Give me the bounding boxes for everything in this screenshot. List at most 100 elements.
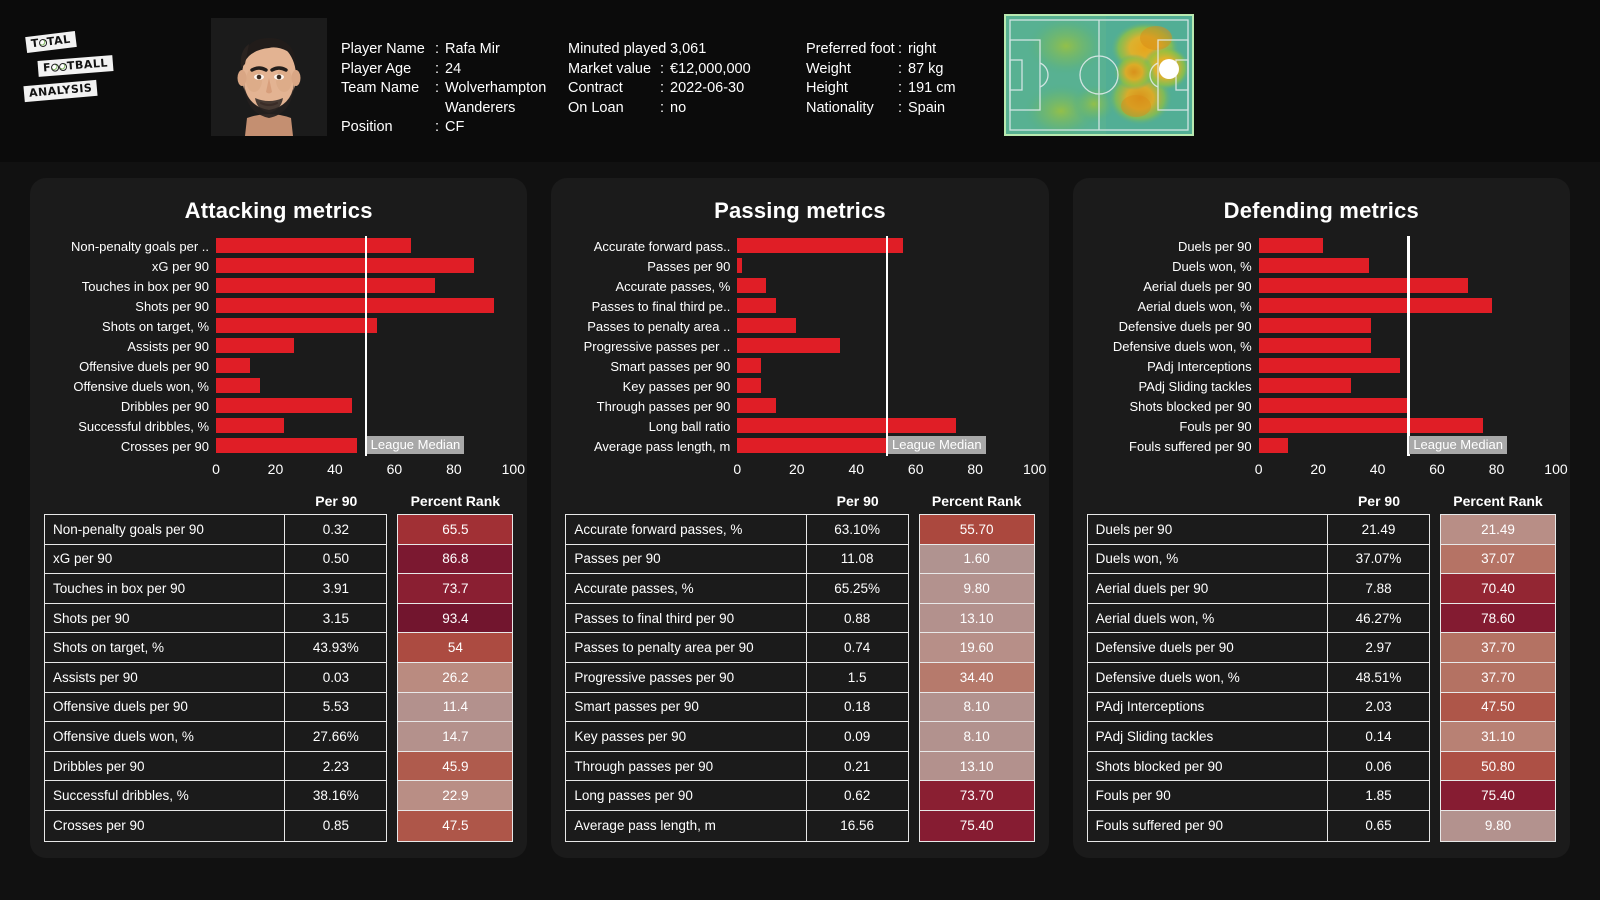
player-heatmap: [1004, 14, 1194, 136]
table-row[interactable]: Shots blocked per 90 0.06: [1087, 751, 1429, 782]
table-row[interactable]: Crosses per 90 0.85: [45, 810, 386, 841]
info-value: 2022-06-30: [670, 80, 745, 96]
bar-row: Assists per 90: [44, 336, 513, 356]
table-row[interactable]: Defensive duels won, % 48.51%: [1087, 662, 1429, 693]
table-row[interactable]: Offensive duels won, % 27.66%: [45, 722, 387, 752]
cell-metric-name: Offensive duels per 90: [53, 699, 188, 715]
league-median-line: [885, 356, 889, 376]
bar-label: Aerial duels won, %: [1137, 298, 1252, 314]
bar-track: [1258, 256, 1556, 276]
league-median-line: [364, 356, 368, 376]
axis-tick: 20: [1310, 461, 1326, 477]
info-row: Team Name: Wolverhampton: [341, 79, 561, 99]
table-header-metric: [1087, 493, 1328, 509]
table-row[interactable]: Average pass length, m 16.56: [566, 810, 907, 841]
league-median-line: [364, 236, 368, 256]
table-row[interactable]: Shots on target, % 43.93%: [45, 633, 387, 663]
bar-row: Aerial duels per 90: [1087, 276, 1556, 296]
cell-metric-name: Shots per 90: [53, 610, 130, 626]
cell-percent-rank: 50.80: [1440, 751, 1555, 782]
bar-row: Touches in box per 90: [44, 276, 513, 296]
bar-fill: [737, 398, 777, 413]
table-row[interactable]: Shots per 90 3.15: [45, 603, 387, 634]
table-row[interactable]: Duels per 90 21.49: [1087, 515, 1429, 545]
cell-per90-value: 0.50: [284, 544, 386, 574]
axis-tick: 20: [267, 461, 284, 477]
bar-label: Successful dribbles, %: [78, 418, 209, 434]
info-separator: :: [435, 80, 440, 96]
table-row[interactable]: Defensive duels per 90 2.97: [1087, 633, 1429, 663]
table-row[interactable]: PAdj Sliding tackles 0.14: [1087, 722, 1429, 752]
cell-per90-value: 0.88: [805, 603, 908, 633]
bar-track: [216, 276, 513, 296]
table-row[interactable]: Long passes per 90 0.62: [566, 781, 908, 811]
table-row[interactable]: Progressive passes per 90 1.5: [566, 662, 908, 693]
table-row[interactable]: PAdj Interceptions 2.03: [1087, 692, 1429, 723]
bar-label: Progressive passes per ..: [583, 338, 731, 354]
cell-percent-rank: 19.60: [919, 633, 1034, 663]
bar-fill: [1258, 378, 1352, 393]
table-row[interactable]: Non-penalty goals per 90 0.32: [45, 515, 387, 545]
info-label: Market value: [568, 60, 652, 77]
bar-label: Average pass length, m: [593, 438, 731, 454]
bar-fill: [737, 358, 762, 373]
bar-label: Fouls suffered per 90: [1129, 438, 1252, 454]
bar-label: Touches in box per 90: [81, 278, 209, 294]
table-row[interactable]: Dribbles per 90 2.23: [45, 751, 387, 782]
table-row[interactable]: Fouls suffered per 90 0.65: [1088, 810, 1429, 841]
cell-per90-value: 2.23: [284, 751, 386, 781]
cell-per90-value: 0.65: [1326, 810, 1429, 841]
table-row[interactable]: Accurate forward passes, % 63.10%: [566, 515, 908, 545]
table-row[interactable]: Touches in box per 90 3.91: [45, 574, 387, 604]
bar-track: [737, 416, 1034, 436]
cell-per90-value: 63.10%: [805, 515, 908, 544]
bar-track: League Median: [1258, 436, 1556, 456]
bar-track: [1258, 376, 1556, 396]
table-row[interactable]: Smart passes per 90 0.18: [566, 692, 908, 723]
cell-metric-name: Duels per 90: [1095, 521, 1173, 537]
table-row[interactable]: Fouls per 90 1.85: [1087, 781, 1429, 811]
table-row[interactable]: xG per 90 0.50: [45, 544, 387, 575]
cell-percent-rank: 55.70: [919, 515, 1034, 545]
bar-label: xG per 90: [151, 258, 209, 274]
player-contract-column: Minuted played:3,061 Market value: €12,000…: [568, 40, 793, 118]
axis-tick: 20: [788, 461, 805, 477]
bar-label: Assists per 90: [127, 338, 209, 354]
table-row[interactable]: Assists per 90 0.03: [45, 662, 387, 693]
league-median-line: [1407, 376, 1410, 396]
table-row[interactable]: Accurate passes, % 65.25%: [566, 574, 908, 604]
league-median-line: [1407, 396, 1410, 416]
axis-track: 0 20 40 60 80 100: [212, 459, 525, 481]
table-row[interactable]: Successful dribbles, % 38.16%: [45, 781, 387, 811]
table-row[interactable]: Passes to final third per 90 0.88: [566, 603, 908, 634]
table-row[interactable]: Through passes per 90 0.21: [566, 751, 908, 782]
bar-track: [737, 356, 1034, 376]
table-row[interactable]: Offensive duels per 90 5.53: [45, 692, 387, 723]
info-value: 191 cm: [908, 80, 956, 96]
info-value: Wanderers: [445, 99, 516, 116]
table-row[interactable]: Passes per 90 11.08: [566, 544, 908, 575]
bar-track: [1258, 396, 1556, 416]
table-row[interactable]: Aerial duels per 90 7.88: [1087, 574, 1429, 604]
table-row[interactable]: Key passes per 90 0.09: [566, 722, 908, 752]
bar-fill: [737, 418, 957, 433]
table-header-percent-rank: Percent Rank: [1453, 493, 1543, 509]
bar-label: Shots per 90: [135, 298, 209, 314]
football-icon: [50, 63, 60, 72]
table-row[interactable]: Aerial duels won, % 46.27%: [1087, 603, 1429, 634]
bar-track: [1258, 316, 1556, 336]
x-axis: 0 20 40 60 80 100: [565, 459, 1046, 481]
bar-row: Aerial duels won, %: [1087, 296, 1556, 316]
info-separator: [435, 99, 445, 119]
info-row: Nationality: Spain: [806, 99, 996, 119]
table-row[interactable]: Passes to penalty area per 90 0.74: [566, 633, 908, 663]
info-separator: :: [898, 41, 903, 57]
axis-tick: 60: [1429, 461, 1445, 477]
league-median-line: [1407, 336, 1410, 356]
table-header-percent-rank: Percent Rank: [931, 493, 1022, 509]
bar-row: Through passes per 90: [565, 396, 1034, 416]
bar-row: Non-penalty goals per ..: [44, 236, 513, 256]
table-row[interactable]: Duels won, % 37.07%: [1087, 544, 1429, 575]
cell-per90-value: 1.85: [1326, 781, 1429, 810]
cell-metric-name: Offensive duels won, %: [53, 728, 194, 744]
